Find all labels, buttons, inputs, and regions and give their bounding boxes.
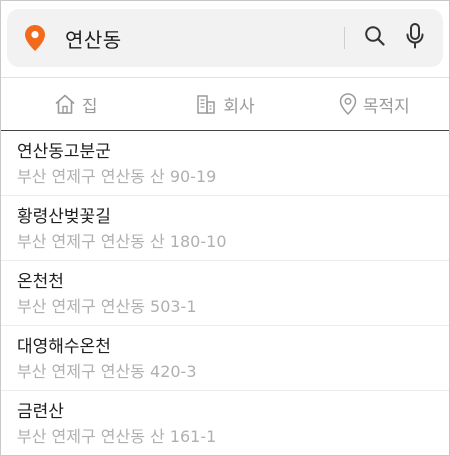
search-bar[interactable]: 연산동 [7,9,443,67]
result-address: 부산 연제구 연산동 산 161-1 [17,427,217,446]
result-address: 부산 연제구 연산동 420-3 [17,362,197,381]
result-list: 연산동고분군 부산 연제구 연산동 산 90-19 황령산벚꽃길 부산 연제구 … [1,131,449,455]
destination-pin-icon [339,93,357,115]
result-name: 대영해수온천 [17,337,111,357]
search-divider [344,27,345,49]
result-name: 온천천 [17,272,64,292]
tab-home-label: 집 [81,96,98,117]
result-item[interactable]: 연산동고분군 부산 연제구 연산동 산 90-19 [1,131,449,196]
result-item[interactable]: 황령산벚꽃길 부산 연제구 연산동 산 180-10 [1,196,449,261]
result-item[interactable]: 온천천 부산 연제구 연산동 503-1 [1,261,449,326]
tab-home[interactable]: 집 [1,78,150,130]
location-pin-icon [13,9,57,67]
result-item[interactable]: 금련산 부산 연제구 연산동 산 161-1 [1,391,449,455]
result-name: 황령산벚꽃길 [17,207,111,227]
search-button[interactable] [355,9,395,67]
result-name: 연산동고분군 [17,142,111,162]
search-icon [364,25,386,51]
result-address: 부산 연제구 연산동 산 90-19 [17,167,217,186]
search-input[interactable]: 연산동 [65,24,344,53]
tab-work-label: 회사 [223,96,255,117]
tab-work[interactable]: 회사 [150,78,299,130]
app-frame: 연산동 집 회사 목적지 연산동고분군 부산 연제구 연산동 산 90-19 황… [0,0,450,456]
result-name: 금련산 [17,402,64,422]
tab-destination-label: 목적지 [362,96,410,117]
quick-tabs: 집 회사 목적지 [1,77,449,131]
microphone-icon [405,23,425,53]
result-address: 부산 연제구 연산동 503-1 [17,297,197,316]
building-icon [195,93,217,115]
result-item[interactable]: 대영해수온천 부산 연제구 연산동 420-3 [1,326,449,391]
result-address: 부산 연제구 연산동 산 180-10 [17,232,227,251]
voice-search-button[interactable] [395,9,435,67]
tab-destination[interactable]: 목적지 [300,78,449,130]
search-area: 연산동 [1,1,449,77]
home-icon [54,93,76,115]
